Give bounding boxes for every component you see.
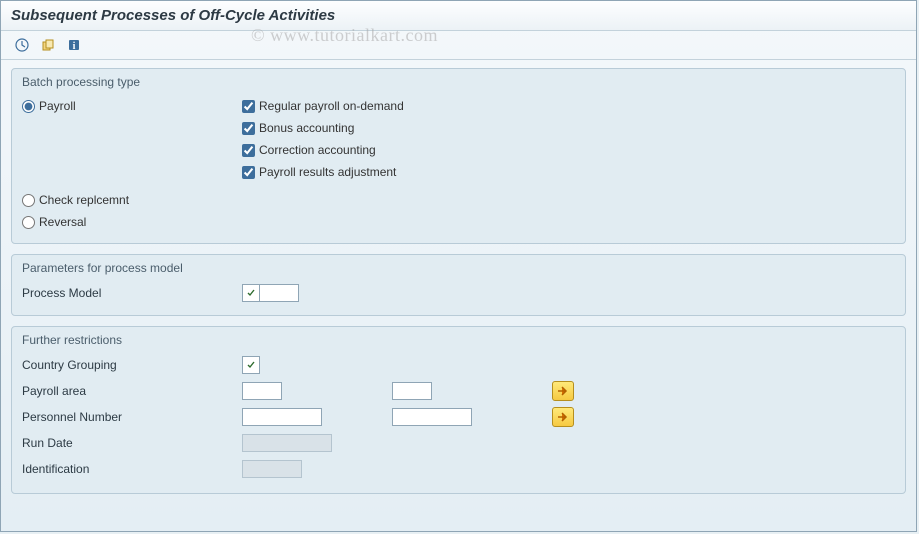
- check-regular-label: Regular payroll on-demand: [259, 99, 404, 113]
- run-date-input: [242, 434, 332, 452]
- arrow-right-icon: [557, 386, 569, 396]
- label-identification: Identification: [22, 462, 242, 476]
- label-to-payroll-area: to: [282, 384, 392, 398]
- group-batch-processing: Batch processing type Payroll Regular pa…: [11, 68, 906, 244]
- label-personnel-number: Personnel Number: [22, 410, 242, 424]
- multi-select-pernr-button[interactable]: [552, 407, 574, 427]
- process-model-value-help[interactable]: [242, 284, 260, 302]
- app-window: Subsequent Processes of Off-Cycle Activi…: [0, 0, 917, 532]
- radio-check-repl-label: Check replcemnt: [39, 193, 129, 207]
- check-bonus-label: Bonus accounting: [259, 121, 354, 135]
- check-correction-accounting[interactable]: Correction accounting: [242, 143, 376, 157]
- payroll-area-to-input[interactable]: [392, 382, 432, 400]
- identification-input: [242, 460, 302, 478]
- info-icon: i: [67, 38, 81, 52]
- check-adjust-label: Payroll results adjustment: [259, 165, 396, 179]
- clock-execute-icon: [15, 38, 29, 52]
- country-grouping-value-help[interactable]: [242, 356, 260, 374]
- title-bar: Subsequent Processes of Off-Cycle Activi…: [1, 1, 916, 31]
- group-parameters: Parameters for process model Process Mod…: [11, 254, 906, 316]
- page-title: Subsequent Processes of Off-Cycle Activi…: [11, 7, 906, 24]
- group-restrictions: Further restrictions Country Grouping Pa…: [11, 326, 906, 494]
- radio-payroll-label: Payroll: [39, 99, 76, 113]
- label-payroll-area: Payroll area: [22, 384, 242, 398]
- check-bonus-accounting[interactable]: Bonus accounting: [242, 121, 354, 135]
- toolbar: i © www.tutorialkart.com: [1, 31, 916, 60]
- radio-payroll[interactable]: Payroll: [22, 99, 242, 113]
- group-title-batch: Batch processing type: [22, 73, 895, 95]
- execute-button[interactable]: [11, 35, 33, 55]
- check-regular-payroll[interactable]: Regular payroll on-demand: [242, 99, 404, 113]
- checkmark-icon: [246, 288, 256, 298]
- multi-select-payroll-area-button[interactable]: [552, 381, 574, 401]
- check-payroll-adjust[interactable]: Payroll results adjustment: [242, 165, 396, 179]
- label-process-model: Process Model: [22, 286, 242, 300]
- variant-icon: [41, 38, 55, 52]
- group-title-restrict: Further restrictions: [22, 331, 895, 353]
- arrow-right-icon: [557, 412, 569, 422]
- checkmark-icon: [246, 360, 256, 370]
- group-title-params: Parameters for process model: [22, 259, 895, 281]
- get-variant-button[interactable]: [37, 35, 59, 55]
- label-run-date: Run Date: [22, 436, 242, 450]
- info-button[interactable]: i: [63, 35, 85, 55]
- label-country-grouping: Country Grouping: [22, 358, 242, 372]
- process-model-input[interactable]: [259, 284, 299, 302]
- payroll-area-from-input[interactable]: [242, 382, 282, 400]
- content-area: Batch processing type Payroll Regular pa…: [1, 60, 916, 512]
- check-correction-label: Correction accounting: [259, 143, 376, 157]
- radio-reversal-label: Reversal: [39, 215, 86, 229]
- label-to-pernr: to: [322, 410, 392, 424]
- svg-text:i: i: [73, 41, 76, 52]
- pernr-from-input[interactable]: [242, 408, 322, 426]
- pernr-to-input[interactable]: [392, 408, 472, 426]
- radio-check-replacement[interactable]: Check replcemnt: [22, 193, 242, 207]
- radio-reversal[interactable]: Reversal: [22, 215, 242, 229]
